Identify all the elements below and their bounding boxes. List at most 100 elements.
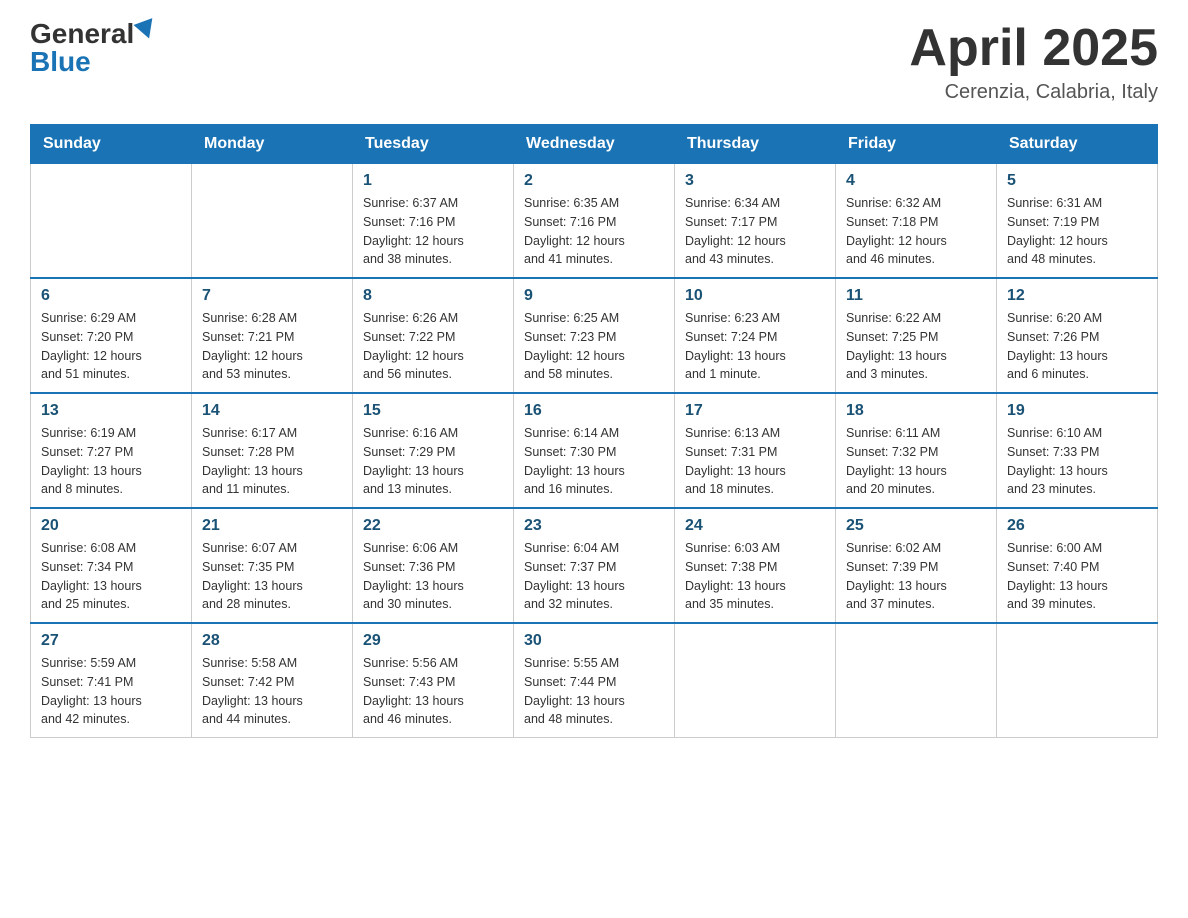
- calendar-header-wednesday: Wednesday: [514, 125, 675, 164]
- day-info: Sunrise: 6:16 AM Sunset: 7:29 PM Dayligh…: [363, 424, 503, 499]
- day-info: Sunrise: 6:32 AM Sunset: 7:18 PM Dayligh…: [846, 194, 986, 269]
- day-info: Sunrise: 5:55 AM Sunset: 7:44 PM Dayligh…: [524, 654, 664, 729]
- day-info: Sunrise: 6:34 AM Sunset: 7:17 PM Dayligh…: [685, 194, 825, 269]
- day-number: 22: [363, 517, 503, 535]
- calendar-week-row: 27 Sunrise: 5:59 AM Sunset: 7:41 PM Dayli…: [31, 623, 1158, 738]
- calendar-day-cell: 30Sunrise: 5:55 AM Sunset: 7:44 PM Dayli…: [514, 623, 675, 738]
- calendar-day-cell: 7 Sunrise: 6:28 AM Sunset: 7:21 PM Daylig…: [192, 278, 353, 393]
- day-info: Sunrise: 6:02 AM Sunset: 7:39 PM Dayligh…: [846, 539, 986, 614]
- day-number: 15: [363, 402, 503, 420]
- calendar-header-thursday: Thursday: [675, 125, 836, 164]
- calendar-header-saturday: Saturday: [997, 125, 1158, 164]
- calendar-day-cell: 1Sunrise: 6:37 AM Sunset: 7:16 PM Daylig…: [353, 164, 514, 279]
- day-info: Sunrise: 6:22 AM Sunset: 7:25 PM Dayligh…: [846, 309, 986, 384]
- day-info: Sunrise: 6:28 AM Sunset: 7:21 PM Dayligh…: [202, 309, 342, 384]
- day-info: Sunrise: 6:03 AM Sunset: 7:38 PM Dayligh…: [685, 539, 825, 614]
- day-info: Sunrise: 5:58 AM Sunset: 7:42 PM Dayligh…: [202, 654, 342, 729]
- day-number: 10: [685, 287, 825, 305]
- day-number: 2: [524, 172, 664, 190]
- day-info: Sunrise: 6:31 AM Sunset: 7:19 PM Dayligh…: [1007, 194, 1147, 269]
- day-info: Sunrise: 6:07 AM Sunset: 7:35 PM Dayligh…: [202, 539, 342, 614]
- day-info: Sunrise: 6:20 AM Sunset: 7:26 PM Dayligh…: [1007, 309, 1147, 384]
- day-info: Sunrise: 6:04 AM Sunset: 7:37 PM Dayligh…: [524, 539, 664, 614]
- calendar-day-cell: 19Sunrise: 6:10 AM Sunset: 7:33 PM Dayli…: [997, 393, 1158, 508]
- location-subtitle: Cerenzia, Calabria, Italy: [909, 81, 1158, 104]
- day-info: Sunrise: 6:08 AM Sunset: 7:34 PM Dayligh…: [41, 539, 181, 614]
- calendar-day-cell: 2 Sunrise: 6:35 AM Sunset: 7:16 PM Daylig…: [514, 164, 675, 279]
- calendar-table: SundayMondayTuesdayWednesdayThursdayFrid…: [30, 124, 1158, 738]
- logo: General Blue: [30, 20, 156, 76]
- calendar-header-sunday: Sunday: [31, 125, 192, 164]
- day-number: 29: [363, 632, 503, 650]
- day-info: Sunrise: 6:14 AM Sunset: 7:30 PM Dayligh…: [524, 424, 664, 499]
- calendar-day-cell: 27 Sunrise: 5:59 AM Sunset: 7:41 PM Dayli…: [31, 623, 192, 738]
- day-info: Sunrise: 6:13 AM Sunset: 7:31 PM Dayligh…: [685, 424, 825, 499]
- calendar-day-cell: 6Sunrise: 6:29 AM Sunset: 7:20 PM Daylig…: [31, 278, 192, 393]
- day-info: Sunrise: 6:06 AM Sunset: 7:36 PM Dayligh…: [363, 539, 503, 614]
- logo-blue-text: Blue: [30, 48, 91, 76]
- day-number: 25: [846, 517, 986, 535]
- calendar-day-cell: 18 Sunrise: 6:11 AM Sunset: 7:32 PM Dayli…: [836, 393, 997, 508]
- calendar-day-cell: 17 Sunrise: 6:13 AM Sunset: 7:31 PM Dayli…: [675, 393, 836, 508]
- day-number: 8: [363, 287, 503, 305]
- calendar-week-row: 20 Sunrise: 6:08 AM Sunset: 7:34 PM Dayli…: [31, 508, 1158, 623]
- day-number: 5: [1007, 172, 1147, 190]
- calendar-week-row: 13 Sunrise: 6:19 AM Sunset: 7:27 PM Dayli…: [31, 393, 1158, 508]
- calendar-day-cell: 12 Sunrise: 6:20 AM Sunset: 7:26 PM Dayli…: [997, 278, 1158, 393]
- calendar-day-cell: 14 Sunrise: 6:17 AM Sunset: 7:28 PM Dayli…: [192, 393, 353, 508]
- logo-general-text: General: [30, 20, 134, 48]
- day-number: 26: [1007, 517, 1147, 535]
- day-number: 3: [685, 172, 825, 190]
- month-title: April 2025: [909, 20, 1158, 77]
- calendar-day-cell: 13 Sunrise: 6:19 AM Sunset: 7:27 PM Dayli…: [31, 393, 192, 508]
- calendar-day-cell: 28 Sunrise: 5:58 AM Sunset: 7:42 PM Dayli…: [192, 623, 353, 738]
- page-header: General Blue April 2025 Cerenzia, Calabr…: [30, 20, 1158, 104]
- day-info: Sunrise: 6:37 AM Sunset: 7:16 PM Dayligh…: [363, 194, 503, 269]
- day-number: 24: [685, 517, 825, 535]
- day-number: 7: [202, 287, 342, 305]
- day-number: 20: [41, 517, 181, 535]
- day-number: 18: [846, 402, 986, 420]
- day-info: Sunrise: 6:35 AM Sunset: 7:16 PM Dayligh…: [524, 194, 664, 269]
- calendar-header-tuesday: Tuesday: [353, 125, 514, 164]
- title-block: April 2025 Cerenzia, Calabria, Italy: [909, 20, 1158, 104]
- calendar-day-cell: 4 Sunrise: 6:32 AM Sunset: 7:18 PM Daylig…: [836, 164, 997, 279]
- calendar-day-cell: 9Sunrise: 6:25 AM Sunset: 7:23 PM Daylig…: [514, 278, 675, 393]
- calendar-day-cell: 16 Sunrise: 6:14 AM Sunset: 7:30 PM Dayli…: [514, 393, 675, 508]
- day-info: Sunrise: 5:56 AM Sunset: 7:43 PM Dayligh…: [363, 654, 503, 729]
- calendar-day-cell: 23 Sunrise: 6:04 AM Sunset: 7:37 PM Dayli…: [514, 508, 675, 623]
- calendar-day-cell: 25 Sunrise: 6:02 AM Sunset: 7:39 PM Dayli…: [836, 508, 997, 623]
- day-number: 16: [524, 402, 664, 420]
- calendar-day-cell: 5 Sunrise: 6:31 AM Sunset: 7:19 PM Daylig…: [997, 164, 1158, 279]
- day-number: 27: [41, 632, 181, 650]
- day-number: 13: [41, 402, 181, 420]
- day-number: 14: [202, 402, 342, 420]
- day-number: 23: [524, 517, 664, 535]
- day-number: 17: [685, 402, 825, 420]
- calendar-header-row: SundayMondayTuesdayWednesdayThursdayFrid…: [31, 125, 1158, 164]
- calendar-day-cell: 24 Sunrise: 6:03 AM Sunset: 7:38 PM Dayli…: [675, 508, 836, 623]
- calendar-day-cell: 21Sunrise: 6:07 AM Sunset: 7:35 PM Dayli…: [192, 508, 353, 623]
- calendar-day-cell: 8Sunrise: 6:26 AM Sunset: 7:22 PM Daylig…: [353, 278, 514, 393]
- day-info: Sunrise: 6:17 AM Sunset: 7:28 PM Dayligh…: [202, 424, 342, 499]
- calendar-week-row: 1Sunrise: 6:37 AM Sunset: 7:16 PM Daylig…: [31, 164, 1158, 279]
- day-info: Sunrise: 6:19 AM Sunset: 7:27 PM Dayligh…: [41, 424, 181, 499]
- calendar-day-cell: [192, 164, 353, 279]
- day-number: 12: [1007, 287, 1147, 305]
- calendar-day-cell: 15 Sunrise: 6:16 AM Sunset: 7:29 PM Dayli…: [353, 393, 514, 508]
- day-info: Sunrise: 6:10 AM Sunset: 7:33 PM Dayligh…: [1007, 424, 1147, 499]
- day-info: Sunrise: 6:29 AM Sunset: 7:20 PM Dayligh…: [41, 309, 181, 384]
- day-info: Sunrise: 6:00 AM Sunset: 7:40 PM Dayligh…: [1007, 539, 1147, 614]
- calendar-header-friday: Friday: [836, 125, 997, 164]
- calendar-day-cell: [836, 623, 997, 738]
- day-number: 4: [846, 172, 986, 190]
- calendar-week-row: 6Sunrise: 6:29 AM Sunset: 7:20 PM Daylig…: [31, 278, 1158, 393]
- calendar-day-cell: 20 Sunrise: 6:08 AM Sunset: 7:34 PM Dayli…: [31, 508, 192, 623]
- day-info: Sunrise: 6:11 AM Sunset: 7:32 PM Dayligh…: [846, 424, 986, 499]
- calendar-day-cell: 3 Sunrise: 6:34 AM Sunset: 7:17 PM Daylig…: [675, 164, 836, 279]
- day-number: 9: [524, 287, 664, 305]
- calendar-day-cell: 22 Sunrise: 6:06 AM Sunset: 7:36 PM Dayli…: [353, 508, 514, 623]
- day-number: 28: [202, 632, 342, 650]
- day-info: Sunrise: 5:59 AM Sunset: 7:41 PM Dayligh…: [41, 654, 181, 729]
- calendar-day-cell: [997, 623, 1158, 738]
